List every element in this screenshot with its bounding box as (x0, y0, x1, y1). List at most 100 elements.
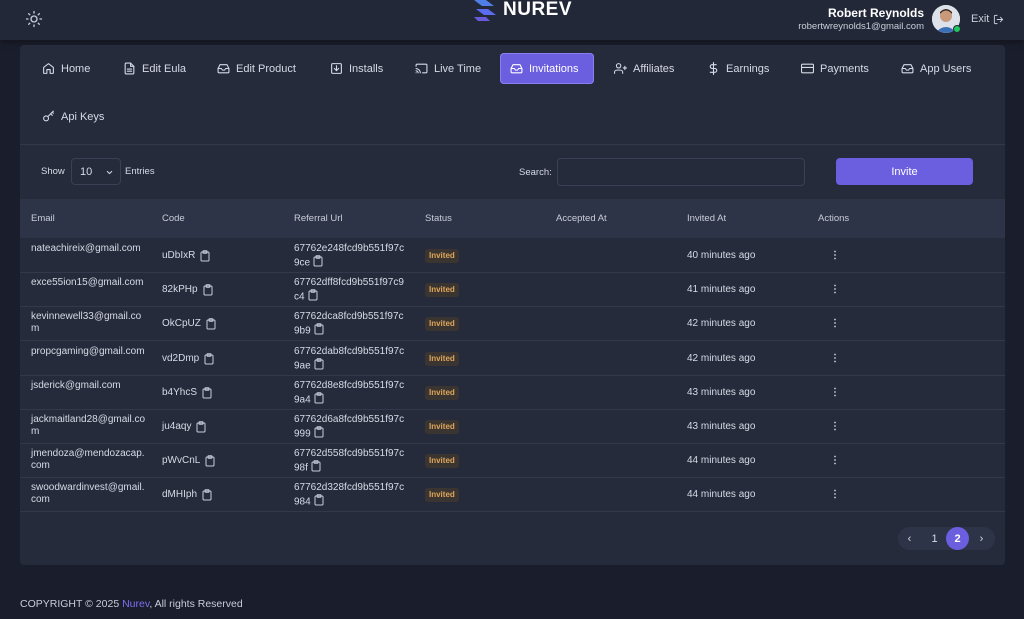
clipboard-icon[interactable] (314, 494, 324, 506)
column-header-email[interactable]: Email (31, 213, 55, 224)
row-actions-button[interactable] (830, 316, 840, 330)
home-icon (43, 63, 54, 74)
clipboard-icon[interactable] (313, 255, 323, 267)
tab-affiliates[interactable]: Affiliates (604, 53, 684, 84)
clipboard-icon[interactable] (204, 352, 214, 365)
column-header-invited-at[interactable]: Invited At (687, 213, 726, 224)
more-vertical-icon (834, 455, 836, 465)
table-row: swoodwardinvest@gmail.com dMHIph 67762d328… (20, 478, 1005, 513)
column-header-referral-url[interactable]: Referral Url (294, 213, 343, 224)
tab-label: Affiliates (633, 62, 675, 75)
inbox-icon (901, 64, 914, 74)
column-header-code[interactable]: Code (162, 213, 185, 224)
table-row: jackmaitland28@gmail.com ju4aqy 67762d6a8f… (20, 410, 1005, 444)
footer-brand-link[interactable]: Nurev (122, 598, 149, 610)
exit-button[interactable]: Exit (971, 13, 1004, 25)
clipboard-icon[interactable] (314, 392, 324, 404)
clipboard-icon[interactable] (308, 289, 318, 301)
row-actions-button[interactable] (830, 419, 840, 433)
invited-at: 40 minutes ago (687, 250, 756, 261)
row-actions-button[interactable] (830, 487, 840, 501)
tab-installs[interactable]: Installs (320, 53, 393, 84)
tab-live-time[interactable]: Live Time (405, 53, 491, 84)
pagination-prev-button[interactable]: ‹ (898, 527, 921, 550)
exit-label: Exit (971, 13, 990, 25)
clipboard-icon[interactable] (206, 318, 216, 330)
invite-email: jsderick@gmail.com (31, 379, 121, 391)
search-input[interactable] (557, 158, 805, 186)
more-vertical-icon (834, 353, 836, 362)
tab-edit-eula[interactable]: Edit Eula (113, 53, 196, 84)
nurev-logo[interactable]: NUREV (472, 0, 572, 24)
clipboard-icon[interactable] (311, 460, 321, 472)
status-badge: Invited (425, 385, 459, 400)
tab-label: Edit Eula (142, 62, 187, 75)
clipboard-icon[interactable] (202, 489, 212, 501)
user-info: Robert Reynolds robertwreynolds1@gmail.c… (798, 6, 924, 34)
row-actions-button[interactable] (830, 248, 840, 262)
tab-payments[interactable]: Payments (791, 53, 879, 84)
column-header-actions: Actions (818, 213, 850, 224)
invited-at: 44 minutes ago (687, 455, 756, 467)
key-icon (43, 110, 54, 122)
invite-email: swoodwardinvest@gmail.com (31, 482, 145, 506)
table-row: nateachireix@gmail.com uDbIxR 67762e248fcd… (20, 239, 1005, 273)
clipboard-icon[interactable] (314, 426, 324, 438)
invite-email: jmendoza@mendozacap.com (31, 448, 145, 472)
tab-label: Api Keys (61, 110, 105, 123)
invite-code-text: 82kPHp (162, 284, 198, 296)
column-header-accepted-at[interactable]: Accepted At (556, 213, 607, 224)
tab-edit-product[interactable]: Edit Product (207, 53, 306, 84)
clipboard-icon[interactable] (202, 387, 212, 399)
invite-code: ju4aqy (162, 421, 206, 433)
status-badge: Invited (425, 249, 459, 263)
row-actions-button[interactable] (830, 385, 840, 399)
row-actions-button[interactable] (830, 453, 840, 467)
tab-home[interactable]: Home (32, 53, 100, 84)
referral-url-text: 67762e248fcd9b551f97c9ce (294, 243, 405, 269)
tab-app-users[interactable]: App Users (891, 53, 981, 84)
table-row: jmendoza@mendozacap.com pWvCnL 67762d558fc… (20, 444, 1005, 479)
referral-url: 67762dab8fcd9b551f97c9ae (294, 346, 406, 374)
clipboard-icon[interactable] (205, 455, 215, 467)
tab-label: App Users (920, 62, 972, 75)
nurev-logo-mark-icon (474, 0, 496, 21)
entries-per-page-select[interactable]: 10 (71, 158, 121, 185)
logout-icon (994, 14, 1004, 24)
invite-code: uDbIxR (162, 250, 210, 262)
invite-email: exce55ion15@gmail.com (31, 277, 144, 289)
row-actions-button[interactable] (830, 351, 840, 365)
more-vertical-icon (834, 318, 836, 328)
invite-email: nateachireix@gmail.com (31, 243, 141, 254)
more-vertical-icon (834, 421, 836, 431)
theme-toggle-button[interactable] (23, 8, 45, 30)
invite-code-text: dMHIph (162, 489, 198, 501)
footer: COPYRIGHT © 2025 Nurev, All rights Reser… (20, 598, 243, 610)
clipboard-icon[interactable] (203, 284, 213, 296)
pagination-next-button[interactable]: › (970, 527, 993, 550)
column-header-status[interactable]: Status (425, 213, 452, 224)
clipboard-icon[interactable] (196, 421, 206, 433)
invite-code: b4YhcS (162, 387, 212, 399)
invite-code: pWvCnL (162, 455, 215, 467)
clipboard-icon[interactable] (200, 250, 210, 262)
referral-url: 67762dca8fcd9b551f97c9b9 (294, 311, 406, 339)
invited-at: 44 minutes ago (687, 489, 756, 501)
referral-url: 67762d558fcd9b551f97c98f (294, 448, 406, 476)
invite-button[interactable]: Invite (836, 158, 973, 185)
referral-url: 67762d8e8fcd9b551f97c9a4 (294, 380, 406, 408)
tab-api-keys[interactable]: Api Keys (32, 101, 114, 132)
top-bar: NUREV Robert Reynolds robertwreynolds1@g… (0, 0, 1024, 40)
tab-label: Installs (349, 62, 384, 75)
row-actions-button[interactable] (830, 282, 840, 296)
show-label: Show (41, 166, 65, 177)
invite-code: vd2Dmp (162, 353, 214, 365)
status-badge: Invited (425, 283, 459, 298)
pagination-page-2[interactable]: 2 (946, 527, 969, 550)
tab-invitations[interactable]: Invitations (500, 53, 594, 84)
referral-url-text: 67762d8e8fcd9b551f97c9a4 (294, 379, 405, 406)
clipboard-icon[interactable] (314, 323, 324, 335)
clipboard-icon[interactable] (314, 357, 324, 370)
tab-earnings[interactable]: Earnings (697, 53, 779, 84)
pagination-page-1[interactable]: 1 (923, 527, 946, 550)
